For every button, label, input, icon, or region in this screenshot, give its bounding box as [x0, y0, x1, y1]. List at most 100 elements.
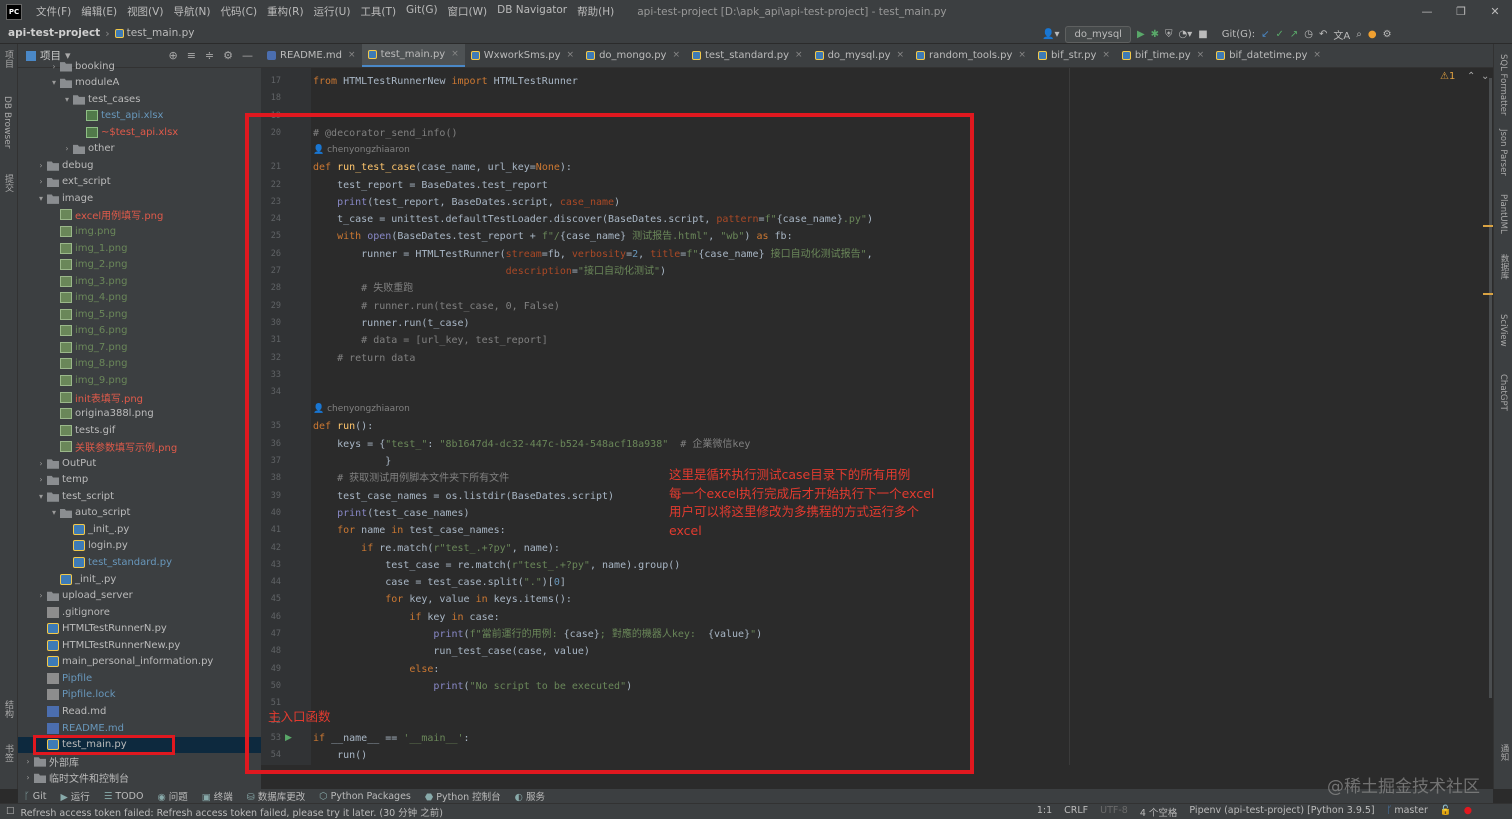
menu-item-8[interactable]: Git(G) [401, 4, 443, 19]
git-rollback-icon[interactable]: ↶ [1319, 29, 1327, 40]
menu-item-3[interactable]: 导航(N) [168, 4, 215, 19]
profile-icon[interactable]: ◔▾ [1179, 29, 1193, 40]
warning-marker[interactable] [1483, 225, 1493, 227]
error-icon[interactable]: ● [1464, 805, 1472, 819]
tree-file[interactable]: 关联参数填写示例.png [18, 439, 261, 455]
expand-arrow-icon[interactable]: › [22, 773, 34, 782]
tree-folder[interactable]: › other [18, 141, 261, 157]
right-tool-5[interactable]: ChatGPT [1498, 374, 1508, 411]
git-update-icon[interactable]: ↙ [1261, 29, 1269, 40]
editor-tab[interactable]: do_mysql.py × [809, 44, 910, 67]
menu-item-7[interactable]: 工具(T) [355, 4, 401, 19]
translate-icon[interactable]: 文A [1333, 27, 1350, 42]
event-log-icon[interactable]: ☐ [6, 806, 15, 817]
tree-file[interactable]: img_4.png [18, 290, 261, 306]
line-separator[interactable]: CRLF [1064, 805, 1088, 819]
menu-item-10[interactable]: DB Navigator [492, 4, 572, 19]
menu-item-4[interactable]: 代码(C) [216, 4, 263, 19]
git-push-icon[interactable]: ↗ [1290, 29, 1298, 40]
close-tab-icon[interactable]: × [1313, 50, 1321, 60]
tree-file[interactable]: Read.md [18, 703, 261, 719]
tree-file[interactable]: ~$test_api.xlsx [18, 124, 261, 140]
tree-file[interactable]: Pipfile.lock [18, 687, 261, 703]
run-icon[interactable]: ▶ [1137, 29, 1145, 40]
editor-tab[interactable]: test_standard.py × [686, 44, 809, 67]
tree-file[interactable]: img_8.png [18, 356, 261, 372]
editor-tab[interactable]: random_tools.py × [910, 44, 1032, 67]
right-tool-1[interactable]: Json Parser [1498, 129, 1508, 176]
tree-file[interactable]: test_api.xlsx [18, 108, 261, 124]
editor-tab[interactable]: bif_str.py × [1032, 44, 1116, 67]
tree-file[interactable]: _init_.py [18, 571, 261, 587]
tool-window-1[interactable]: ▶ 运行 [60, 789, 89, 803]
debug-icon[interactable]: ✱ [1151, 29, 1159, 40]
tree-file[interactable]: _init_.py [18, 521, 261, 537]
breadcrumb-file[interactable]: test_main.py [127, 27, 195, 39]
tree-file[interactable]: HTMLTestRunnerN.py [18, 621, 261, 637]
tool-window-5[interactable]: ⛁ 数据库更改 [247, 789, 306, 803]
tree-file[interactable]: img_7.png [18, 339, 261, 355]
editor-tab[interactable]: README.md × [261, 44, 362, 67]
left-tool-3[interactable]: 结构 [2, 700, 15, 718]
minimize-icon[interactable]: — [1410, 5, 1444, 18]
tree-file[interactable]: origina388l.png [18, 406, 261, 422]
run-config-select[interactable]: do_mysql [1065, 25, 1131, 43]
git-history-icon[interactable]: ◷ [1304, 29, 1313, 40]
expand-arrow-icon[interactable]: ▾ [48, 508, 60, 517]
tool-window-6[interactable]: ⬡ Python Packages [319, 791, 411, 802]
search-icon[interactable]: ⌕ [1356, 29, 1362, 40]
close-tab-icon[interactable]: × [795, 50, 803, 60]
left-tool-1[interactable]: DB Browser [2, 96, 12, 148]
coverage-icon[interactable]: ⛨ [1165, 29, 1173, 40]
git-branch[interactable]: master [1394, 805, 1428, 819]
tree-file[interactable]: img_9.png [18, 372, 261, 388]
editor-tab[interactable]: bif_datetime.py × [1210, 44, 1327, 67]
tree-file[interactable]: excel用例填写.png [18, 207, 261, 223]
tree-folder[interactable]: › ext_script [18, 174, 261, 190]
editor-tab[interactable]: test_main.py × [361, 44, 465, 67]
tree-file[interactable]: init表填写.png [18, 389, 261, 405]
tool-window-7[interactable]: ⬣ Python 控制台 [425, 789, 501, 803]
settings-icon[interactable]: ⚙ [1383, 29, 1392, 40]
tree-file[interactable]: img_5.png [18, 306, 261, 322]
file-encoding[interactable]: UTF-8 [1100, 805, 1128, 819]
close-tab-icon[interactable]: × [896, 50, 904, 60]
restore-icon[interactable]: ❐ [1444, 5, 1478, 18]
tree-file[interactable]: img_2.png [18, 257, 261, 273]
expand-arrow-icon[interactable]: › [48, 62, 60, 71]
breadcrumb-project[interactable]: api-test-project [8, 27, 100, 39]
menu-item-2[interactable]: 视图(V) [122, 4, 168, 19]
right-tool-2[interactable]: PlantUML [1498, 194, 1508, 234]
left-tool-0[interactable]: 项目 [2, 50, 15, 68]
tree-folder[interactable]: › 临时文件和控制台 [18, 770, 261, 786]
expand-arrow-icon[interactable]: › [35, 177, 47, 186]
editor-tab[interactable]: WxworkSms.py × [465, 44, 580, 67]
tree-file[interactable]: img_6.png [18, 323, 261, 339]
tree-file[interactable]: tests.gif [18, 422, 261, 438]
expand-arrow-icon[interactable]: › [35, 161, 47, 170]
user-icon[interactable]: 👤▾ [1042, 29, 1059, 40]
tree-folder[interactable]: › upload_server [18, 588, 261, 604]
close-tab-icon[interactable]: × [1197, 50, 1205, 60]
line-number[interactable]: 18 [261, 93, 281, 103]
tool-window-3[interactable]: ◉ 问题 [157, 789, 187, 803]
expand-arrow-icon[interactable]: ▾ [48, 78, 60, 87]
menu-item-6[interactable]: 运行(U) [309, 4, 356, 19]
lock-icon[interactable]: 🔓 [1440, 805, 1452, 819]
close-tab-icon[interactable]: × [451, 49, 459, 59]
editor-tab[interactable]: do_mongo.py × [580, 44, 686, 67]
editor-empty-area[interactable]: ⚠1 ⌃ ⌄ [1070, 68, 1493, 765]
expand-arrow-icon[interactable]: › [35, 591, 47, 600]
close-tab-icon[interactable]: × [348, 50, 356, 60]
right-tool-6[interactable]: 通知 [1498, 744, 1510, 761]
expand-arrow-icon[interactable]: › [61, 144, 73, 153]
status-message[interactable]: Refresh access token failed: Refresh acc… [21, 805, 443, 819]
python-interpreter[interactable]: Pipenv (api-test-project) [Python 3.9.5] [1189, 805, 1374, 819]
tree-folder[interactable]: ▾ image [18, 190, 261, 206]
tree-folder[interactable]: › debug [18, 157, 261, 173]
indent-setting[interactable]: 4 个空格 [1140, 805, 1178, 819]
vertical-scrollbar[interactable] [1489, 78, 1492, 698]
update-icon[interactable]: ● [1368, 29, 1377, 40]
left-tool-2[interactable]: 提交 [2, 174, 15, 192]
tree-folder[interactable]: › OutPut [18, 455, 261, 471]
